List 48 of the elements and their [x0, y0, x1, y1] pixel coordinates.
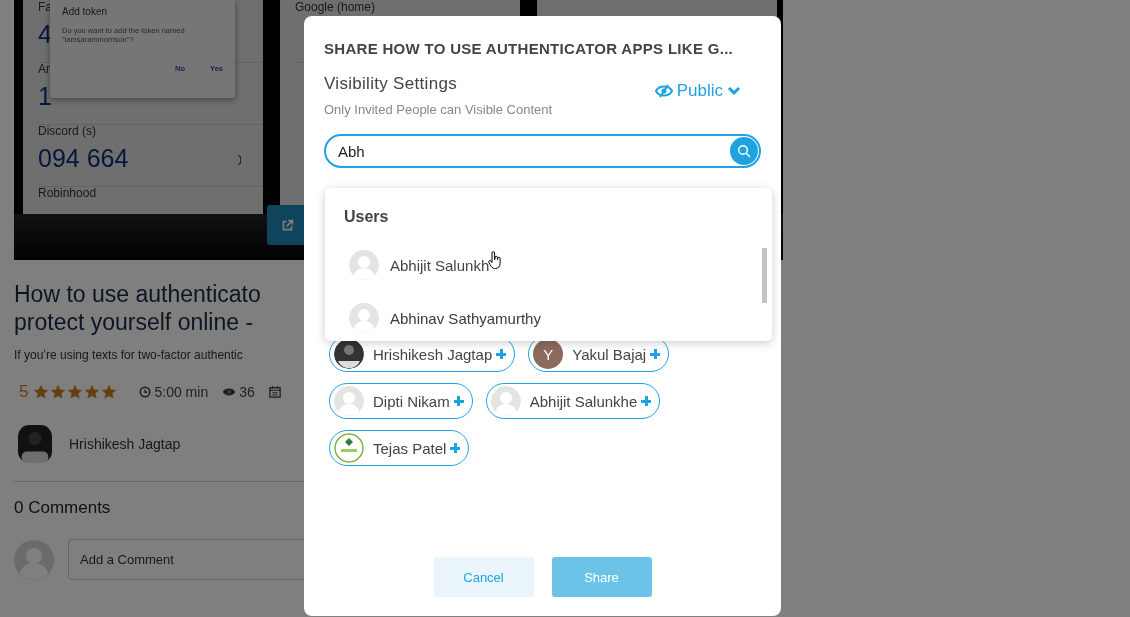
- dialog-title: Add token: [62, 6, 109, 17]
- token-code: 4: [38, 20, 52, 49]
- scrollbar[interactable]: [762, 248, 767, 303]
- view-count: 36: [239, 384, 255, 400]
- read-time: 5:00 min: [154, 384, 209, 400]
- star-icon: [50, 384, 67, 400]
- token-label: Discord (s): [38, 125, 96, 138]
- article-title: How to use authenticato: [14, 280, 261, 308]
- comments-heading: 0 Comments: [14, 498, 112, 518]
- user-avatar: [349, 303, 379, 333]
- clock-icon: [139, 386, 152, 398]
- user-avatar: [490, 386, 521, 416]
- search-field[interactable]: Abh: [324, 134, 761, 168]
- eye-icon: [222, 386, 237, 398]
- user-option[interactable]: Abhinav Sathyamurthy: [349, 293, 752, 333]
- article-title: protect yourself online -: [14, 308, 254, 336]
- dialog-title: SHARE HOW TO USE AUTHENTICATOR APPS LIKE G...: [324, 40, 735, 57]
- external-link-icon: [281, 218, 294, 232]
- rating-value: 5: [19, 382, 29, 402]
- user-avatar: [334, 339, 364, 369]
- add-icon: [650, 349, 661, 359]
- hand-cursor-icon: [488, 250, 503, 270]
- add-icon: [453, 396, 464, 406]
- visibility-hint: Only Invited People can Visible Content: [324, 102, 553, 117]
- article-summary: If you’re using texts for two-factor authentic: [14, 348, 243, 362]
- star-icon: [101, 384, 118, 400]
- token-label: Google (home): [295, 1, 376, 14]
- user-avatar: Y: [533, 339, 564, 369]
- star-icon: [33, 384, 50, 400]
- star-icon: [84, 384, 101, 400]
- eye-slash-icon: [654, 83, 673, 98]
- add-icon: [450, 443, 461, 453]
- user-avatar: [334, 433, 364, 463]
- author-name: Hrishikesh Jagtap: [69, 436, 181, 452]
- user-avatar: [349, 250, 379, 280]
- add-icon: [496, 349, 507, 359]
- author-avatar: [18, 424, 52, 464]
- calendar-icon: [268, 386, 281, 398]
- suggestions-heading: Users: [344, 208, 390, 226]
- star-icon: [67, 384, 84, 400]
- visibility-label: Visibility Settings: [324, 74, 458, 94]
- search-icon: [737, 144, 751, 158]
- chevron-down-icon: [727, 85, 741, 96]
- add-icon: [641, 396, 652, 406]
- token-code: 094 664: [38, 144, 129, 173]
- token-code: 1: [38, 82, 52, 111]
- token-label: Robinhood: [38, 187, 97, 200]
- user-avatar: [334, 386, 364, 416]
